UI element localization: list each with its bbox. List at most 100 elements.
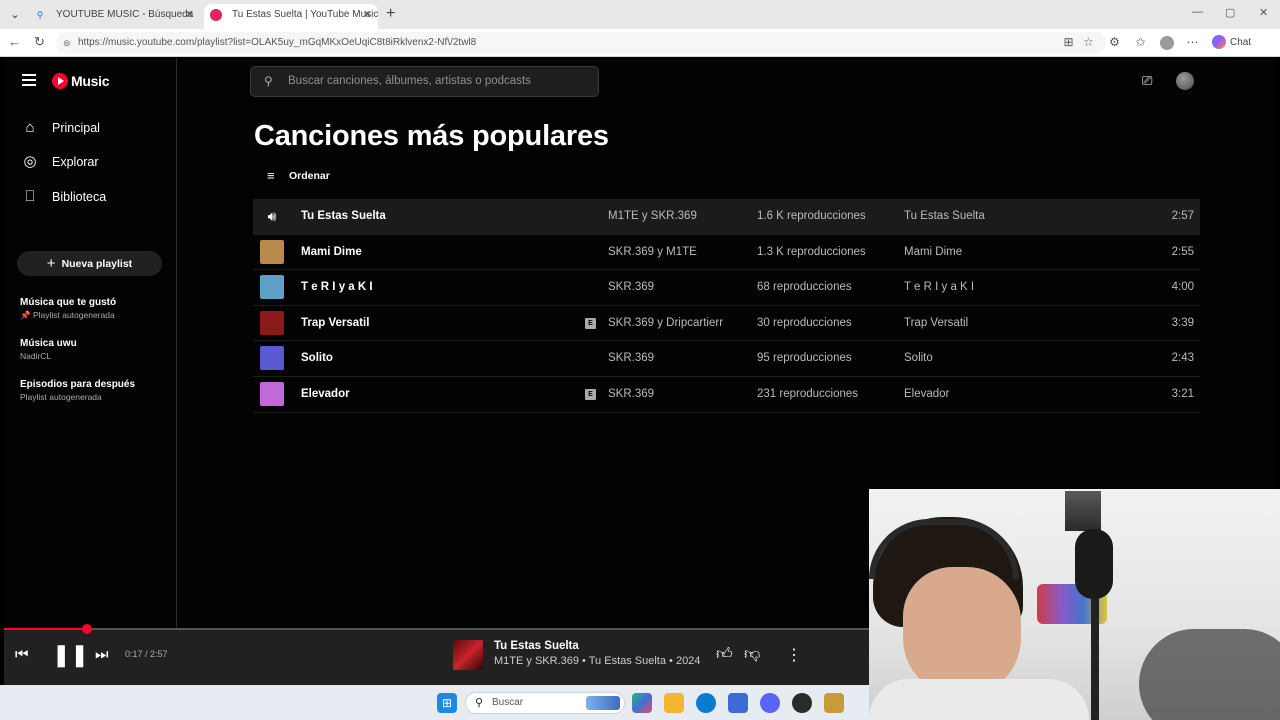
- track-thumbnail[interactable]: [260, 239, 284, 264]
- track-album[interactable]: Tu Estas Suelta: [904, 199, 985, 234]
- plus-icon: +: [46, 255, 56, 272]
- youtube-music-logo[interactable]: Music: [52, 72, 109, 90]
- discord-icon[interactable]: [760, 693, 780, 713]
- track-album[interactable]: Solito: [904, 341, 933, 376]
- store-icon[interactable]: [728, 693, 748, 713]
- app-icon[interactable]: [792, 693, 812, 713]
- copilot-icon: [1212, 35, 1226, 50]
- close-tab-icon[interactable]: ✕: [185, 4, 194, 26]
- track-artist[interactable]: SKR.369: [608, 341, 654, 376]
- search-placeholder: Buscar canciones, álbumes, artistas o po…: [288, 75, 531, 87]
- track-artist[interactable]: SKR.369 y Dripcartierr: [608, 306, 723, 341]
- thumbs-down-icon[interactable]: 👎︎: [744, 645, 760, 664]
- microphone: [1075, 529, 1113, 599]
- track-duration: 3:39: [1171, 316, 1194, 329]
- track-title[interactable]: Mami Dime: [301, 235, 362, 270]
- extensions-icon[interactable]: ⚙: [1108, 36, 1121, 49]
- speaker-icon[interactable]: 🔊︎: [260, 204, 284, 228]
- track-album[interactable]: Trap Versatil: [904, 306, 968, 341]
- track-row[interactable]: Solito SKR.369 95 reproducciones Solito 2:43: [253, 341, 1200, 377]
- url-field[interactable]: ⊜ https://music.youtube.com/playlist?lis…: [56, 32, 1106, 54]
- sort-icon: ≡: [267, 168, 275, 183]
- app-available-icon[interactable]: ⊞: [1062, 36, 1075, 49]
- track-album[interactable]: T e R I y a K I: [904, 270, 974, 305]
- progress-knob[interactable]: [82, 624, 93, 634]
- profile-icon[interactable]: [1160, 36, 1174, 50]
- now-playing-subtitle[interactable]: M1TE y SKR.369 • Tu Estas Suelta • 2024: [494, 655, 700, 667]
- track-thumbnail[interactable]: [260, 310, 284, 335]
- track-title[interactable]: Elevador: [301, 377, 350, 412]
- playlist-item[interactable]: Música que te gustó 📌 Playlist autogener…: [20, 296, 170, 322]
- playlist-item[interactable]: Episodios para después Playlist autogene…: [20, 378, 170, 404]
- track-row[interactable]: Elevador E SKR.369 231 reproducciones Elevad…: [253, 377, 1200, 413]
- favorites-icon[interactable]: ✩: [1134, 36, 1147, 49]
- now-playing-thumbnail[interactable]: [453, 640, 483, 670]
- track-artist[interactable]: M1TE y SKR.369: [608, 199, 697, 234]
- game-launcher-icon[interactable]: [824, 693, 844, 713]
- copilot-chat-button[interactable]: Chat: [1212, 35, 1251, 51]
- track-title[interactable]: Trap Versatil: [301, 306, 369, 341]
- track-album[interactable]: Mami Dime: [904, 235, 962, 270]
- next-icon[interactable]: ⏭: [95, 646, 109, 663]
- back-icon[interactable]: ←: [8, 34, 21, 49]
- track-title[interactable]: T e R I y a K I: [301, 270, 373, 305]
- track-row[interactable]: Trap Versatil E SKR.369 y Dripcartierr 30 r…: [253, 306, 1200, 342]
- reload-icon[interactable]: ↻: [34, 34, 45, 50]
- search-input[interactable]: ⚲ Buscar canciones, álbumes, artistas o …: [250, 66, 599, 97]
- playlist-item[interactable]: Música uwu NadirCL: [20, 337, 170, 363]
- sidebar-item-biblioteca[interactable]: ⎕ Biblioteca: [20, 185, 106, 209]
- favorite-star-icon[interactable]: ☆: [1082, 36, 1095, 49]
- compass-icon: ◎: [23, 153, 37, 170]
- browser-tab-youtube-music[interactable]: Tu Estas Suelta | YouTube Music ✕: [204, 4, 378, 29]
- track-album[interactable]: Elevador: [904, 377, 949, 412]
- track-plays: 231 reproducciones: [757, 387, 859, 400]
- time-display: 0:17 / 2:57: [125, 649, 168, 659]
- previous-icon[interactable]: ⏮: [15, 646, 29, 663]
- new-playlist-label: Nueva playlist: [61, 258, 133, 270]
- close-tab-icon[interactable]: ✕: [363, 4, 372, 26]
- progress-bar[interactable]: [4, 624, 870, 634]
- tab-list-chevron-icon[interactable]: ⌄: [6, 6, 24, 24]
- browser-tab-search[interactable]: ⚲ YOUTUBE MUSIC - Búsqueda ✕: [28, 4, 200, 29]
- hamburger-menu-icon[interactable]: [22, 74, 36, 86]
- taskbar-search-input[interactable]: ⚲ Buscar: [465, 692, 625, 714]
- track-thumbnail[interactable]: [260, 346, 284, 371]
- minimize-icon[interactable]: —: [1192, 6, 1203, 18]
- more-menu-icon[interactable]: ⋯: [1186, 36, 1199, 49]
- edge-browser-icon[interactable]: [696, 693, 716, 713]
- track-row[interactable]: T e R I y a K I SKR.369 68 reproducciones T…: [253, 270, 1200, 306]
- taskbar-search-placeholder: Buscar: [492, 697, 524, 708]
- pause-icon[interactable]: ❚❚: [52, 642, 89, 668]
- close-window-icon[interactable]: ✕: [1259, 6, 1268, 19]
- search-icon: ⚲: [264, 74, 273, 88]
- file-explorer-icon[interactable]: [664, 693, 684, 713]
- now-playing-title[interactable]: Tu Estas Suelta: [494, 640, 579, 652]
- new-tab-icon[interactable]: +: [386, 5, 395, 23]
- track-title[interactable]: Solito: [301, 341, 333, 376]
- sidebar-item-principal[interactable]: ⌂ Principal: [20, 116, 99, 140]
- track-title[interactable]: Tu Estas Suelta: [301, 199, 386, 234]
- widgets-icon[interactable]: [632, 693, 652, 713]
- new-playlist-button[interactable]: + Nueva playlist: [17, 251, 162, 276]
- progress-fill: [4, 628, 88, 630]
- avatar[interactable]: [1176, 72, 1194, 90]
- cast-icon[interactable]: ⎚: [1142, 74, 1158, 88]
- track-artist[interactable]: SKR.369: [608, 377, 654, 412]
- windows-start-icon[interactable]: ⊞: [437, 693, 457, 713]
- sort-button[interactable]: ≡ Ordenar: [267, 168, 330, 184]
- track-row[interactable]: 🔊︎ Tu Estas Suelta M1TE y SKR.369 1.6 K rep…: [253, 199, 1200, 235]
- site-info-icon[interactable]: ⊜: [63, 32, 71, 54]
- track-thumbnail[interactable]: [260, 275, 284, 300]
- thumbs-up-icon[interactable]: 👍︎: [716, 645, 733, 664]
- tab-title: YOUTUBE MUSIC - Búsqueda: [56, 9, 194, 20]
- more-options-icon[interactable]: ⋮: [786, 645, 802, 665]
- sidebar-item-explorar[interactable]: ◎ Explorar: [20, 150, 98, 174]
- track-artist[interactable]: SKR.369 y M1TE: [608, 235, 697, 270]
- url-text: https://music.youtube.com/playlist?list=…: [78, 37, 477, 48]
- track-row[interactable]: Mami Dime SKR.369 y M1TE 1.3 K reproduccio…: [253, 235, 1200, 271]
- browser-tab-bar: ⌄ ⚲ YOUTUBE MUSIC - Búsqueda ✕ Tu Estas …: [0, 0, 1280, 29]
- track-thumbnail[interactable]: [260, 381, 284, 406]
- track-artist[interactable]: SKR.369: [608, 270, 654, 305]
- maximize-icon[interactable]: ▢: [1225, 6, 1235, 19]
- track-duration: 2:55: [1171, 245, 1194, 258]
